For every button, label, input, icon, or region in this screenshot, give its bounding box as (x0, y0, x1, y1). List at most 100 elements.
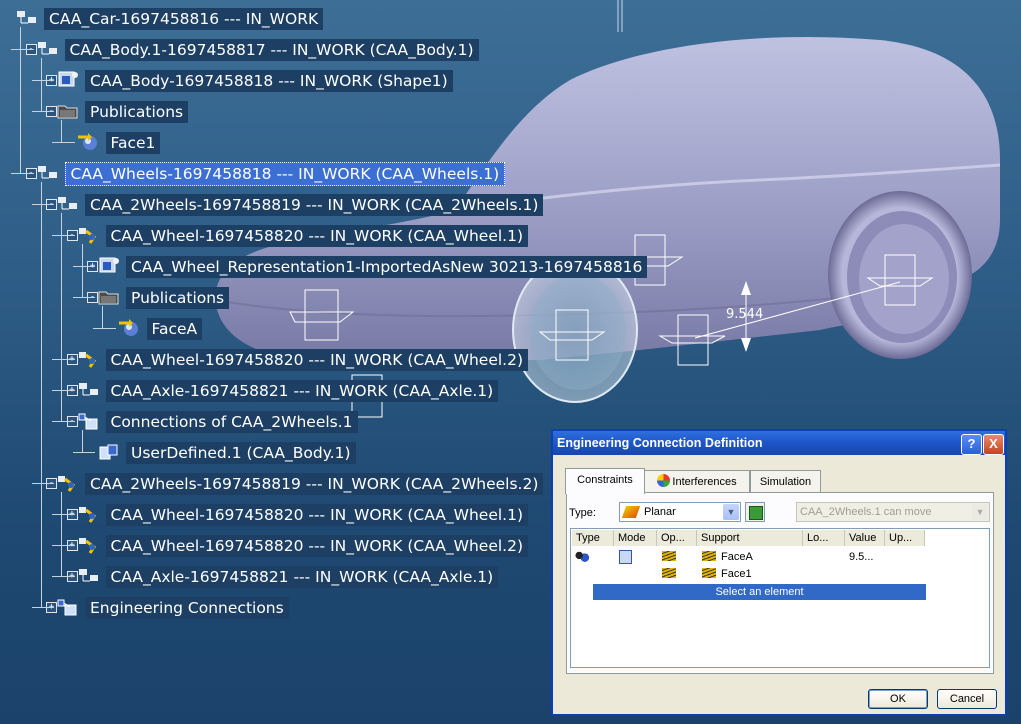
select-element-row[interactable]: Select an element (593, 584, 926, 600)
type-value: Planar (644, 506, 676, 518)
product-icon (14, 8, 44, 30)
face-publication-icon (76, 132, 106, 154)
tree-connector (52, 576, 75, 577)
tree-node[interactable]: CAA_2Wheels-1697458819 --- IN_WORK (CAA_… (55, 472, 544, 496)
connections-icon (76, 411, 106, 433)
tree-node[interactable]: Face1 (76, 131, 161, 155)
select-element-prompt: Select an element (715, 586, 804, 598)
flexible-product-icon (76, 535, 106, 557)
tree-connector (31, 111, 54, 112)
dialog-title-bar[interactable]: Engineering Connection Definition (553, 431, 1005, 455)
tree-connector (81, 244, 83, 297)
column-header[interactable]: Support (697, 530, 803, 546)
tree-connector (52, 142, 75, 143)
tree-node[interactable]: CAA_Wheel-1697458820 --- IN_WORK (CAA_Wh… (76, 224, 529, 248)
tree-node[interactable]: FaceA (117, 317, 203, 341)
tree-node-label: Publications (126, 287, 230, 309)
tree-node[interactable]: CAA_Axle-1697458821 --- IN_WORK (CAA_Axl… (76, 565, 499, 589)
tree-node[interactable]: Publications (96, 286, 230, 310)
interferences-icon (657, 474, 671, 487)
product-icon (35, 39, 65, 61)
constraints-panel: Type: Planar ▼ CAA_2Wheels.1 can move ▼ … (566, 492, 994, 674)
tree-node-label: Engineering Connections (85, 597, 289, 619)
part-shape-icon (55, 70, 85, 92)
part-shape-icon (96, 256, 126, 278)
tab-constraints[interactable]: Constraints (565, 468, 645, 494)
tree-node[interactable]: Connections of CAA_2Wheels.1 (76, 410, 358, 434)
tree-node[interactable]: CAA_Body.1-1697458817 --- IN_WORK (CAA_B… (35, 38, 479, 62)
tree-node[interactable]: CAA_Wheel_Representation1-ImportedAsNew … (96, 255, 648, 279)
flexible-product-icon (76, 504, 106, 526)
planar-icon (621, 506, 641, 518)
tree-node[interactable]: CAA_Axle-1697458821 --- IN_WORK (CAA_Axl… (76, 379, 499, 403)
tree-connector (31, 483, 54, 484)
chevron-down-icon: ▼ (723, 504, 739, 520)
chevron-down-icon: ▼ (972, 504, 988, 520)
tab-label: Simulation (759, 476, 812, 488)
mode-icon (619, 550, 632, 564)
tree-node[interactable]: CAA_Wheel-1697458820 --- IN_WORK (CAA_Wh… (76, 348, 529, 372)
green-cube-icon (749, 506, 763, 520)
ok-label: OK (890, 693, 906, 705)
tree-node-label: Publications (85, 101, 189, 123)
help-button[interactable]: ? (961, 434, 982, 455)
tab-interferences[interactable]: Interferences (644, 470, 750, 493)
tree-connector (61, 492, 62, 576)
table-row[interactable]: Face1 (572, 566, 986, 582)
tree-connector (40, 58, 42, 111)
column-header[interactable]: Op... (657, 530, 697, 546)
tree-connector (52, 359, 75, 360)
tree-node[interactable]: CAA_Car-1697458816 --- IN_WORK (14, 7, 324, 31)
flexible-product-icon (55, 473, 85, 495)
tree-node-label: CAA_2Wheels-1697458819 --- IN_WORK (CAA_… (85, 473, 544, 495)
tree-node[interactable]: CAA_Wheel-1697458820 --- IN_WORK (CAA_Wh… (76, 503, 529, 527)
tree-node[interactable]: CAA_Body-1697458818 --- IN_WORK (Shape1) (55, 69, 453, 93)
support-face-icon (702, 551, 716, 561)
tree-connector (52, 545, 75, 546)
tree-connector (40, 182, 42, 607)
tree-node-label: Face1 (105, 132, 161, 154)
product-icon (76, 566, 106, 588)
tree-node-label: CAA_2Wheels-1697458819 --- IN_WORK (CAA_… (85, 194, 544, 216)
ok-button[interactable]: OK (868, 689, 928, 709)
connection-icon (96, 442, 126, 464)
tree-node[interactable]: CAA_Wheel-1697458820 --- IN_WORK (CAA_Wh… (76, 534, 529, 558)
type-select[interactable]: Planar ▼ (619, 502, 741, 522)
support-value: FaceA (721, 551, 753, 563)
tree-connector (31, 204, 54, 205)
mobility-select[interactable]: CAA_2Wheels.1 can move ▼ (796, 502, 990, 522)
engineering-connection-dialog: Engineering Connection Definition ? X Co… (551, 429, 1007, 716)
tree-node-label: CAA_Wheel_Representation1-ImportedAsNew … (126, 256, 648, 278)
tree-node[interactable]: CAA_2Wheels-1697458819 --- IN_WORK (CAA_… (55, 193, 544, 217)
column-header[interactable]: Up... (885, 530, 925, 546)
table-row[interactable]: FaceA 9.5... (572, 549, 986, 565)
cancel-button[interactable]: Cancel (937, 689, 997, 709)
column-header[interactable]: Mode (614, 530, 657, 546)
tree-connector (52, 514, 75, 515)
tree-connector (11, 173, 34, 174)
operator-icon (662, 568, 676, 578)
column-header[interactable]: Type (572, 530, 614, 546)
tree-node-label: CAA_Body.1-1697458817 --- IN_WORK (CAA_B… (64, 39, 479, 61)
tree-node-label: Connections of CAA_2Wheels.1 (105, 411, 358, 433)
tree-connector (52, 235, 75, 236)
column-header[interactable]: Value (845, 530, 885, 546)
tree-connector (31, 80, 54, 81)
tree-connector (52, 390, 75, 391)
tree-node[interactable]: Publications (55, 100, 189, 124)
constraints-table[interactable]: Type Mode Op... Support Lo... Value Up..… (570, 528, 990, 668)
tree-node[interactable]: CAA_Wheels-1697458818 --- IN_WORK (CAA_W… (35, 162, 506, 186)
mobility-value: CAA_2Wheels.1 can move (800, 506, 932, 518)
tree-node[interactable]: Engineering Connections (55, 596, 289, 620)
face-publication-icon (117, 318, 147, 340)
close-button[interactable]: X (983, 434, 1004, 455)
column-header[interactable]: Lo... (803, 530, 845, 546)
tree-node-label: UserDefined.1 (CAA_Body.1) (126, 442, 356, 464)
operator-icon (662, 551, 676, 561)
cancel-label: Cancel (949, 693, 985, 705)
tree-connector (31, 607, 54, 608)
tab-simulation[interactable]: Simulation (750, 470, 821, 493)
tree-node[interactable]: UserDefined.1 (CAA_Body.1) (96, 441, 356, 465)
add-constraint-button[interactable] (745, 502, 765, 522)
tree-connector (72, 266, 95, 267)
